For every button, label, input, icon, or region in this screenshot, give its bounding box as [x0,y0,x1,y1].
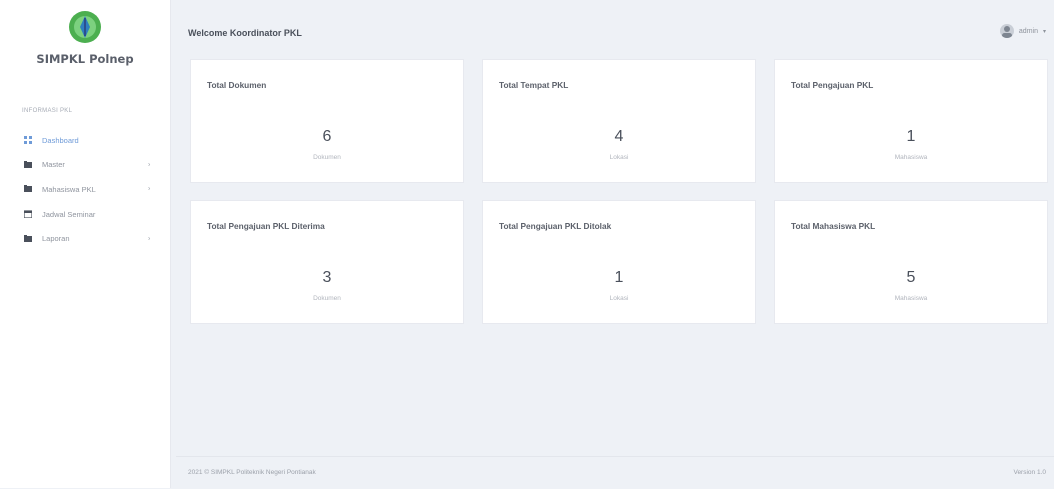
sidebar-item-label: Dashboard [42,135,79,145]
card-title: Total Pengajuan PKL [791,80,874,90]
chevron-right-icon: › [148,235,151,243]
dashboard-icon [24,136,38,145]
sidebar-item-laporan[interactable]: Laporan › [0,226,170,251]
stat-card-total-dokumen: Total Dokumen 6 Dokumen [190,59,464,183]
card-unit: Mahasiswa [894,295,928,302]
polnep-logo-icon [69,11,101,43]
sidebar-item-label: Mahasiswa PKL [42,184,96,194]
nav-section-label: Informasi PKL [22,108,73,114]
sidebar-item-master[interactable]: Master › [0,153,170,178]
chevron-down-icon: ▾ [1042,28,1046,35]
user-menu[interactable]: admin ▾ [999,24,1046,38]
brand-name: SIMPKL Polnep [36,52,134,66]
stat-card-total-mahasiswa-pkl: Total Mahasiswa PKL 5 Mahasiswa [774,200,1048,324]
card-title: Total Pengajuan PKL Diterima [207,221,325,231]
sidebar-item-label: Laporan [42,234,70,244]
sidebar-item-label: Master [42,160,65,170]
report-icon [24,234,38,243]
top-header: Welcome Koordinator PKL admin ▾ [176,16,1046,52]
card-value: 3 [322,269,332,286]
card-value: 6 [322,128,332,145]
page-title: Welcome Koordinator PKL [188,28,302,38]
sidebar-item-dashboard[interactable]: Dashboard [0,128,170,153]
brand[interactable]: SIMPKL Polnep [0,10,170,66]
card-unit: Dokumen [313,154,341,161]
user-name: admin [1018,27,1038,35]
stat-card-total-tempat-pkl: Total Tempat PKL 4 Lokasi [482,59,756,183]
card-title: Total Dokumen [207,80,267,90]
app-root: SIMPKL Polnep Informasi PKL Dashboard Ma… [0,0,1054,489]
stat-card-total-pengajuan-pkl: Total Pengajuan PKL 1 Mahasiswa [774,59,1048,183]
card-value: 5 [906,269,916,286]
card-unit: Mahasiswa [894,154,928,161]
folder-icon [24,160,38,169]
sidebar: SIMPKL Polnep Informasi PKL Dashboard Ma… [0,0,171,488]
chevron-right-icon: › [148,161,151,169]
card-title: Total Mahasiswa PKL [791,221,876,231]
card-title: Total Pengajuan PKL Ditolak [499,221,612,231]
sidebar-item-jadwal-seminar[interactable]: Jadwal Seminar [0,202,170,227]
card-unit: Dokumen [313,295,341,302]
card-value: 1 [614,269,624,286]
avatar [999,24,1014,38]
sidebar-item-mahasiswa-pkl[interactable]: Mahasiswa PKL › [0,177,170,202]
card-value: 4 [614,128,624,145]
stat-card-total-pengajuan-ditolak: Total Pengajuan PKL Ditolak 1 Lokasi [482,200,756,324]
users-icon [24,185,38,193]
user-avatar-icon [1001,26,1012,38]
sidebar-nav: Dashboard Master › Mahasiswa PKL › Jadwa… [0,128,170,251]
footer-copyright: 2021 © SIMPKL Politeknik Negeri Pontiana… [188,469,316,476]
footer-version: Version 1.0 [1013,469,1046,476]
footer: 2021 © SIMPKL Politeknik Negeri Pontiana… [176,456,1054,489]
calendar-icon [24,210,38,219]
chevron-right-icon: › [148,185,151,193]
card-unit: Lokasi [609,154,629,161]
sidebar-item-label: Jadwal Seminar [42,209,96,219]
card-title: Total Tempat PKL [499,80,569,90]
card-value: 1 [906,128,916,145]
card-unit: Lokasi [609,295,629,302]
stat-card-total-pengajuan-diterima: Total Pengajuan PKL Diterima 3 Dokumen [190,200,464,324]
